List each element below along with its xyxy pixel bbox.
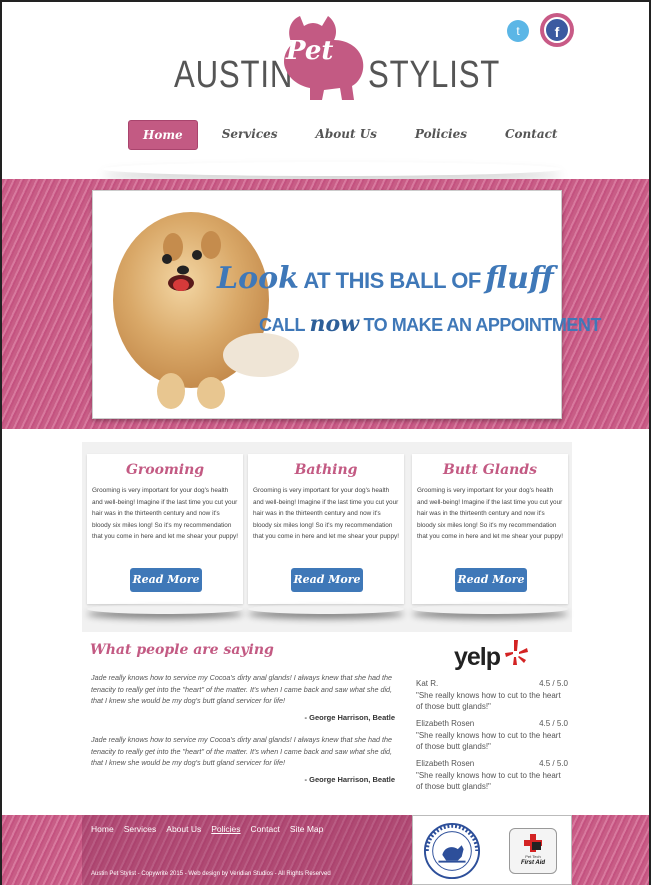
footer-link-policies[interactable]: Policies bbox=[211, 824, 240, 834]
yelp-review: Elizabeth Rosen 4.5 / 5.0 "She really kn… bbox=[416, 759, 568, 792]
nav-item-about-us[interactable]: About Us bbox=[302, 120, 391, 150]
read-more-button[interactable]: Read More bbox=[130, 568, 202, 592]
twitter-icon[interactable]: t bbox=[507, 20, 529, 42]
hero-caps-1: AT THIS BALL OF bbox=[303, 268, 481, 293]
badge-label: First Aid bbox=[520, 860, 546, 866]
yelp-review: Elizabeth Rosen 4.5 / 5.0 "She really kn… bbox=[416, 719, 568, 752]
facebook-glyph: f bbox=[544, 17, 570, 43]
service-card-grooming: Grooming Grooming is very important for … bbox=[87, 454, 243, 604]
review-score: 4.5 / 5.0 bbox=[539, 679, 568, 688]
logo-word-pet: Pet bbox=[286, 36, 334, 66]
review-score: 4.5 / 5.0 bbox=[539, 759, 568, 768]
certification-badges: Pet Tech First Aid bbox=[412, 815, 572, 885]
service-description: Grooming is very important for your dog'… bbox=[253, 487, 400, 540]
hero-card: Look AT THIS BALL OF fluff CALL now TO M… bbox=[92, 190, 601, 419]
reviewer-name: Kat R. bbox=[416, 679, 439, 688]
review-text: "She really knows how to cut to the hear… bbox=[416, 771, 561, 791]
hero-caps-call: CALL bbox=[259, 315, 306, 335]
yelp-logo[interactable]: yelp bbox=[454, 636, 534, 674]
badge-small-text: Pet Tech bbox=[525, 854, 541, 859]
testimonial-quote: Jade really knows how to service my Coco… bbox=[91, 735, 393, 767]
site-header: AUSTIN Pet STYLIST t f Home Services Abo… bbox=[2, 2, 649, 177]
nav-item-home[interactable]: Home bbox=[128, 120, 198, 150]
card-shadow bbox=[248, 604, 404, 614]
hero-headline: Look AT THIS BALL OF fluff bbox=[217, 261, 554, 296]
hero-banner: Look AT THIS BALL OF fluff CALL now TO M… bbox=[2, 179, 649, 429]
read-more-button[interactable]: Read More bbox=[291, 568, 363, 592]
service-card-bathing: Bathing Grooming is very important for y… bbox=[248, 454, 404, 604]
testimonial-author: - George Harrison, Beatle bbox=[304, 713, 395, 722]
review-score: 4.5 / 5.0 bbox=[539, 719, 568, 728]
hero-caps-appointment: TO MAKE AN APPOINTMENT bbox=[363, 315, 602, 335]
site-logo[interactable]: AUSTIN Pet STYLIST bbox=[174, 14, 499, 106]
review-text: "She really knows how to cut to the hear… bbox=[416, 691, 561, 711]
footer-link-services[interactable]: Services bbox=[124, 824, 157, 834]
service-title: Grooming bbox=[125, 462, 205, 478]
hero-script-now: now bbox=[309, 311, 360, 337]
logo-word-stylist: STYLIST bbox=[368, 54, 501, 96]
service-card-butt-glands: Butt Glands Grooming is very important f… bbox=[412, 454, 568, 604]
hero-script-fluff: fluff bbox=[485, 261, 554, 296]
site-footer: Home Services About Us Policies Contact … bbox=[2, 815, 649, 885]
pomeranian-photo bbox=[113, 212, 299, 409]
read-more-button[interactable]: Read More bbox=[455, 568, 527, 592]
reviewer-name: Elizabeth Rosen bbox=[416, 719, 475, 728]
facebook-icon[interactable]: f bbox=[540, 13, 574, 47]
testimonials-section: What people are saying Jade really knows… bbox=[82, 632, 572, 812]
footer-link-contact[interactable]: Contact bbox=[251, 824, 280, 834]
nav-item-services[interactable]: Services bbox=[208, 120, 292, 150]
testimonial-quote: Jade really knows how to service my Coco… bbox=[91, 673, 393, 705]
testimonials-heading: What people are saying bbox=[90, 642, 274, 658]
yelp-review: Kat R. 4.5 / 5.0 "She really knows how t… bbox=[416, 679, 568, 712]
card-shadow bbox=[412, 604, 568, 614]
nav-item-contact[interactable]: Contact bbox=[491, 120, 571, 150]
service-title: Bathing bbox=[294, 462, 358, 478]
yelp-burst-icon bbox=[505, 640, 528, 665]
service-description: Grooming is very important for your dog'… bbox=[92, 487, 239, 540]
header-shadow bbox=[102, 162, 562, 176]
footer-link-home[interactable]: Home bbox=[91, 824, 114, 834]
service-description: Grooming is very important for your dog'… bbox=[417, 487, 564, 540]
nav-item-policies[interactable]: Policies bbox=[401, 120, 481, 150]
dog-groomers-association-seal-icon bbox=[423, 822, 481, 880]
service-title: Butt Glands bbox=[442, 462, 537, 478]
yelp-wordmark: yelp bbox=[454, 643, 501, 671]
hero-script-look: Look bbox=[217, 261, 299, 296]
services-section: Grooming Grooming is very important for … bbox=[82, 442, 572, 632]
twitter-glyph: t bbox=[516, 24, 520, 38]
review-text: "She really knows how to cut to the hear… bbox=[416, 731, 561, 751]
first-aid-cross-icon bbox=[524, 834, 542, 852]
card-shadow bbox=[87, 604, 243, 614]
testimonial-author: - George Harrison, Beatle bbox=[304, 775, 395, 784]
footer-link-site-map[interactable]: Site Map bbox=[290, 824, 324, 834]
copyright-text: Austin Pet Stylist - Copywrite 2015 - We… bbox=[91, 871, 331, 877]
hero-subheadline: CALL now TO MAKE AN APPOINTMENT bbox=[259, 311, 601, 337]
main-nav: Home Services About Us Policies Contact bbox=[128, 120, 581, 150]
footer-link-about-us[interactable]: About Us bbox=[166, 824, 201, 834]
reviewer-name: Elizabeth Rosen bbox=[416, 759, 475, 768]
footer-nav: Home Services About Us Policies Contact … bbox=[91, 824, 333, 834]
pet-first-aid-badge: Pet Tech First Aid bbox=[509, 828, 557, 874]
